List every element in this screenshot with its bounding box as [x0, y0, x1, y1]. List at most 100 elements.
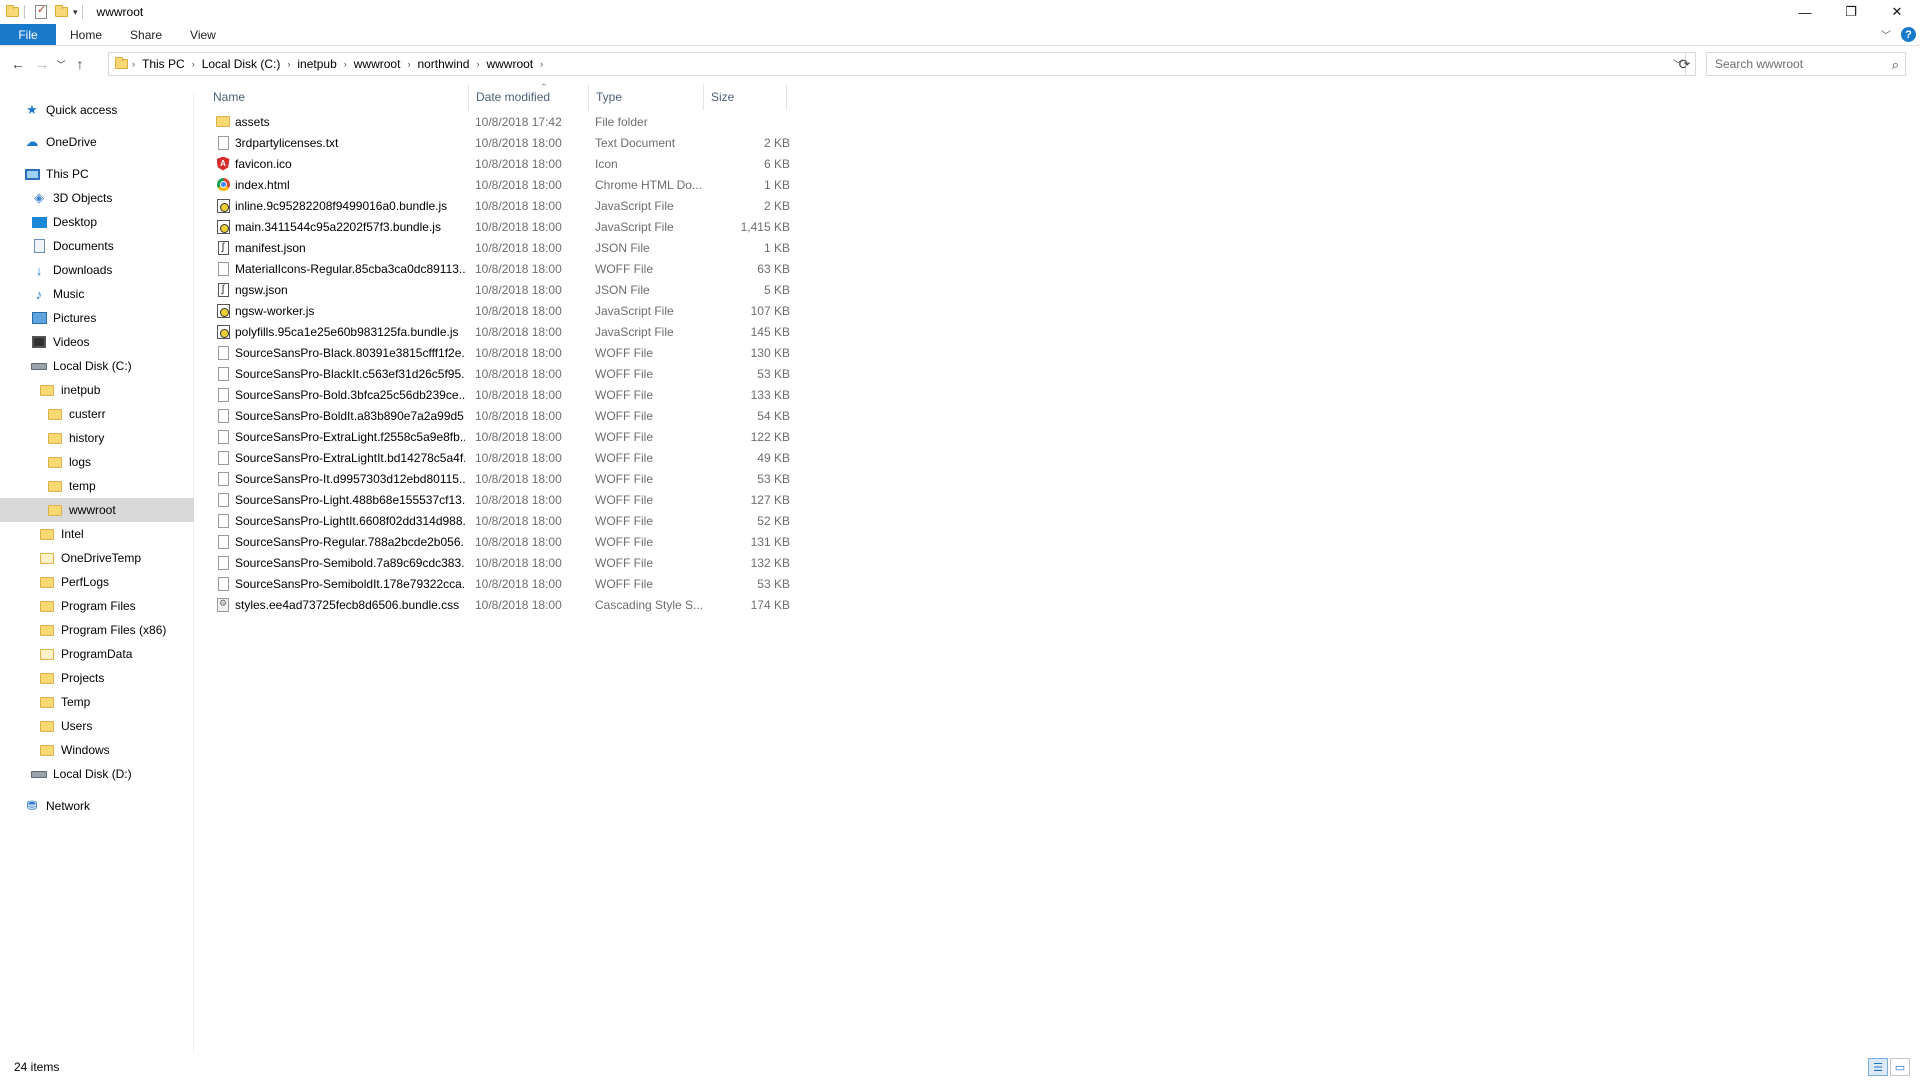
tab-view[interactable]: View — [176, 24, 230, 45]
file-row[interactable]: SourceSansPro-Semibold.7a89c69cdc383... 1… — [206, 552, 800, 573]
file-row[interactable]: styles.ee4ad73725fecb8d6506.bundle.css 10… — [206, 594, 800, 615]
sidebar-item-programdata[interactable]: ProgramData — [0, 642, 194, 666]
file-row[interactable]: SourceSansPro-Regular.788a2bcde2b056... 1… — [206, 531, 800, 552]
search-icon[interactable]: ⌕ — [1892, 57, 1899, 73]
file-row[interactable]: main.3411544c95a2202f57f3.bundle.js 10/8/… — [206, 216, 800, 237]
sidebar-item-history[interactable]: history — [0, 426, 194, 450]
search-input[interactable] — [1715, 57, 1875, 71]
chevron-right-icon[interactable]: › — [473, 59, 482, 69]
sidebar-item-videos[interactable]: Videos — [0, 330, 194, 354]
sidebar-item-temp-root[interactable]: Temp — [0, 690, 194, 714]
chevron-right-icon[interactable]: › — [129, 59, 138, 69]
breadcrumb-this-pc[interactable]: This PC — [138, 57, 189, 71]
properties-icon[interactable] — [33, 3, 49, 20]
file-row[interactable]: SourceSansPro-SemiboldIt.178e79322cca...… — [206, 573, 800, 594]
chevron-right-icon[interactable]: › — [404, 59, 413, 69]
close-button[interactable]: ✕ — [1874, 0, 1920, 24]
sidebar-item-label: Music — [53, 287, 85, 301]
minimize-button[interactable]: — — [1782, 0, 1828, 24]
details-view-icon[interactable]: ☰ — [1868, 1058, 1888, 1076]
file-row[interactable]: assets 10/8/2018 17:42 File folder — [206, 111, 800, 132]
column-header-type[interactable]: Type — [589, 84, 704, 110]
sidebar-item-custerr[interactable]: custerr — [0, 402, 194, 426]
sidebar-item-wwwroot[interactable]: wwwroot — [0, 498, 194, 522]
sidebar-item-local-disk-c[interactable]: Local Disk (C:) — [0, 354, 194, 378]
sidebar-item-users[interactable]: Users — [0, 714, 194, 738]
address-bar[interactable]: › This PC › Local Disk (C:) › inetpub › … — [108, 52, 1686, 76]
file-row[interactable]: Afavicon.ico 10/8/2018 18:00 Icon 6 KB — [206, 153, 800, 174]
sidebar-item-logs[interactable]: logs — [0, 450, 194, 474]
tab-home[interactable]: Home — [56, 24, 116, 45]
file-row[interactable]: SourceSansPro-Bold.3bfca25c56db239ce... 1… — [206, 384, 800, 405]
file-row[interactable]: inline.9c95282208f9499016a0.bundle.js 10/… — [206, 195, 800, 216]
file-row[interactable]: SourceSansPro-LightIt.6608f02dd314d988..… — [206, 510, 800, 531]
sidebar-item-pictures[interactable]: Pictures — [0, 306, 194, 330]
file-row[interactable]: SourceSansPro-Black.80391e3815cfff1f2e..… — [206, 342, 800, 363]
sidebar-item-onedrivetemp[interactable]: OneDriveTemp — [0, 546, 194, 570]
breadcrumb-local-disk-c[interactable]: Local Disk (C:) — [198, 57, 285, 71]
file-row[interactable]: index.html 10/8/2018 18:00 Chrome HTML Do.… — [206, 174, 800, 195]
file-row[interactable]: polyfills.95ca1e25e60b983125fa.bundle.js… — [206, 321, 800, 342]
sidebar-item-temp[interactable]: temp — [0, 474, 194, 498]
tab-share[interactable]: Share — [116, 24, 176, 45]
folder-icon — [47, 478, 63, 494]
file-row[interactable]: ngsw-worker.js 10/8/2018 18:00 JavaScript … — [206, 300, 800, 321]
file-row[interactable]: ∫ manifest.json 10/8/2018 18:00 JSON File 1 … — [206, 237, 800, 258]
sidebar-item-inetpub[interactable]: inetpub — [0, 378, 194, 402]
file-row[interactable]: SourceSansPro-Light.488b68e155537cf13...… — [206, 489, 800, 510]
file-row[interactable]: MaterialIcons-Regular.85cba3ca0dc89113..… — [206, 258, 800, 279]
sidebar-item-music[interactable]: ♪ Music — [0, 282, 194, 306]
breadcrumb-inetpub[interactable]: inetpub — [293, 57, 340, 71]
up-arrow-icon[interactable]: ↑ — [68, 52, 92, 76]
large-icons-view-icon[interactable]: ▭ — [1890, 1058, 1910, 1076]
tab-file[interactable]: File — [0, 24, 56, 45]
forward-arrow-icon[interactable]: → — [30, 52, 54, 76]
sidebar-item-network[interactable]: ⛃ Network — [0, 794, 194, 818]
file-row[interactable]: SourceSansPro-ExtraLight.f2558c5a9e8fb..… — [206, 426, 800, 447]
sidebar-item-program-files-x86[interactable]: Program Files (x86) — [0, 618, 194, 642]
sidebar-item-intel[interactable]: Intel — [0, 522, 194, 546]
help-icon[interactable]: ? — [1901, 27, 1916, 42]
expand-ribbon-icon[interactable]: ﹀ — [1881, 27, 1891, 42]
blank-file-icon — [216, 576, 230, 591]
sidebar-item-windows[interactable]: Windows — [0, 738, 194, 762]
new-folder-icon[interactable] — [53, 4, 69, 20]
sidebar-item-documents[interactable]: Documents — [0, 234, 194, 258]
file-row[interactable]: SourceSansPro-BlackIt.c563ef31d26c5f95..… — [206, 363, 800, 384]
sidebar-item-perflogs[interactable]: PerfLogs — [0, 570, 194, 594]
file-row[interactable]: SourceSansPro-It.d9957303d12ebd80115... 1… — [206, 468, 800, 489]
customize-quick-access-icon[interactable]: ▾ — [73, 7, 78, 18]
back-arrow-icon[interactable]: ← — [6, 52, 30, 76]
refresh-icon[interactable]: ⟳ — [1674, 52, 1696, 76]
sidebar-item-program-files[interactable]: Program Files — [0, 594, 194, 618]
file-name: SourceSansPro-ExtraLight.f2558c5a9e8fb..… — [235, 429, 465, 444]
file-type: WOFF File — [595, 345, 653, 360]
search-box[interactable]: ⌕ — [1706, 52, 1906, 76]
column-header-name[interactable]: Name — [206, 84, 469, 110]
breadcrumb-northwind[interactable]: northwind — [413, 57, 473, 71]
column-header-date-modified[interactable]: Date modified — [469, 84, 589, 110]
chevron-right-icon[interactable]: › — [537, 59, 546, 69]
chevron-right-icon[interactable]: › — [189, 59, 198, 69]
sidebar-item-downloads[interactable]: ↓ Downloads — [0, 258, 194, 282]
sidebar-item-local-disk-d[interactable]: Local Disk (D:) — [0, 762, 194, 786]
file-row[interactable]: 3rdpartylicenses.txt 10/8/2018 18:00 Text … — [206, 132, 800, 153]
file-row[interactable]: SourceSansPro-BoldIt.a83b890e7a2a99d5...… — [206, 405, 800, 426]
file-row[interactable]: SourceSansPro-ExtraLightIt.bd14278c5a4f.… — [206, 447, 800, 468]
breadcrumb-wwwroot[interactable]: wwwroot — [350, 57, 405, 71]
folder-icon — [39, 598, 55, 614]
restore-button[interactable]: ❐ — [1828, 0, 1874, 24]
file-row[interactable]: ∫ ngsw.json 10/8/2018 18:00 JSON File 5 KB — [206, 279, 800, 300]
file-type: JSON File — [595, 282, 650, 297]
sidebar-item-onedrive[interactable]: ☁ OneDrive — [0, 130, 194, 154]
sidebar-item-quick-access[interactable]: ★ Quick access — [0, 98, 194, 122]
sidebar-item-desktop[interactable]: Desktop — [0, 210, 194, 234]
sidebar-item-projects[interactable]: Projects — [0, 666, 194, 690]
chevron-right-icon[interactable]: › — [341, 59, 350, 69]
column-header-size[interactable]: Size — [704, 84, 787, 110]
recent-locations-icon[interactable]: ﹀ — [54, 52, 68, 76]
sidebar-item-3d-objects[interactable]: ◈ 3D Objects — [0, 186, 194, 210]
breadcrumb-wwwroot-current[interactable]: wwwroot — [482, 57, 537, 71]
sidebar-item-this-pc[interactable]: This PC — [0, 162, 194, 186]
chevron-right-icon[interactable]: › — [284, 59, 293, 69]
